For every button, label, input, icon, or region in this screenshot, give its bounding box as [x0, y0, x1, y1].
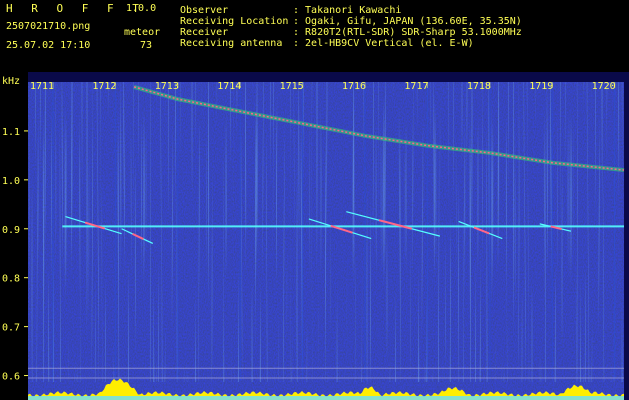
- header-panel: H R O F F T 1.0.0 2507021710.png meteor …: [0, 0, 629, 72]
- info-label-location: Receiving Location: [180, 16, 289, 27]
- y-tick-label: 0.6: [2, 372, 20, 383]
- x-tick-label: 1711: [30, 81, 54, 92]
- x-tick-label: 1715: [280, 81, 304, 92]
- x-tick-label: 1714: [217, 81, 241, 92]
- x-tick-label: 1716: [342, 81, 366, 92]
- x-tick-label: 1719: [529, 81, 553, 92]
- y-tick-label: 1.0: [2, 176, 20, 187]
- y-axis-unit-label: kHz: [2, 76, 20, 87]
- y-tick-label: 1.1: [2, 127, 20, 138]
- x-tick-label: 1718: [467, 81, 491, 92]
- x-tick-label: 1720: [592, 81, 616, 92]
- y-tick-label: 0.9: [2, 225, 20, 236]
- x-tick-label: 1712: [92, 81, 116, 92]
- app-name: H R O F F T: [6, 2, 145, 15]
- info-value-observer: : Takanori Kawachi: [293, 5, 402, 16]
- y-axis: kHz 1.1 1.0 0.9 0.8 0.7 0.6: [0, 72, 28, 400]
- y-tick-label: 0.8: [2, 274, 20, 285]
- event-type: meteor: [124, 27, 161, 38]
- x-tick-label: 1713: [155, 81, 179, 92]
- info-label-receiver: Receiver: [180, 27, 229, 38]
- file-name: 2507021710.png: [6, 21, 91, 32]
- info-label-antenna: Receiving antenna: [180, 38, 283, 49]
- info-value-location: : Ogaki, Gifu, JAPAN (136.60E, 35.35N): [293, 16, 522, 27]
- info-value-receiver: : R820T2(RTL-SDR) SDR-Sharp 53.1000MHz: [293, 27, 522, 38]
- event-count: 73: [140, 40, 153, 51]
- spectrogram-chart: kHz 1.1 1.0 0.9 0.8 0.7 0.6 1711 1712 1713 1714 17…: [0, 72, 629, 400]
- y-tick-label: 0.7: [2, 323, 20, 334]
- info-value-antenna: : 2el-HB9CV Vertical (el. E-W): [293, 38, 474, 49]
- info-label-observer: Observer: [180, 5, 229, 16]
- x-tick-label: 1717: [404, 81, 428, 92]
- histogram-base: [28, 396, 624, 400]
- y-axis-strip: [0, 72, 28, 400]
- datetime: 25.07.02 17:10: [6, 40, 91, 51]
- app-version: 1.0.0: [126, 3, 157, 14]
